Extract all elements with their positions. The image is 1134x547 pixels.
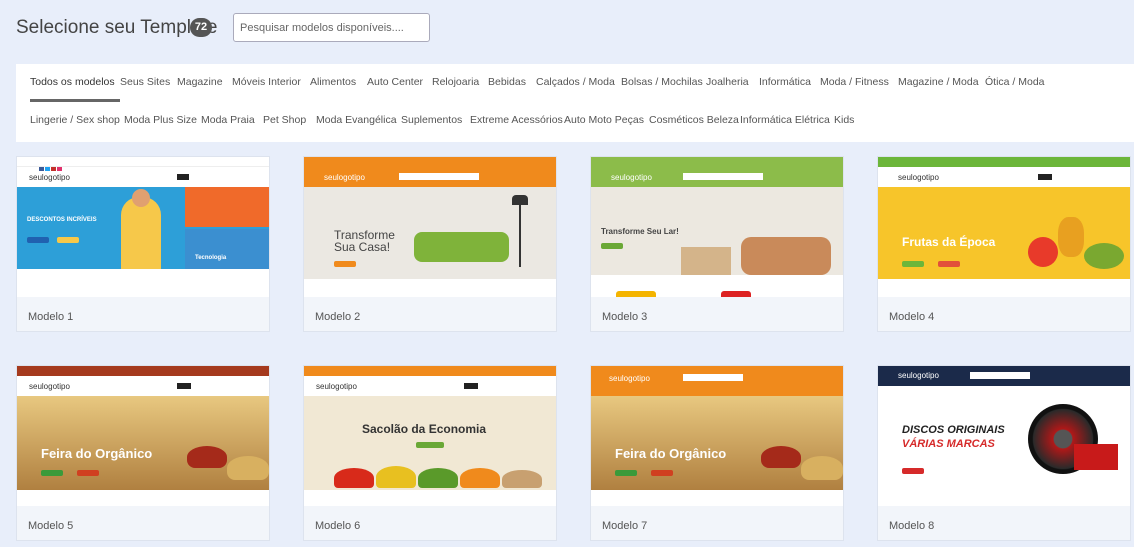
page-title: Selecione seu Template: [16, 17, 218, 38]
tab-bolsas-mochilas[interactable]: Bolsas / Mochilas: [621, 76, 703, 88]
tab-otica-moda[interactable]: Ótica / Moda: [985, 76, 1045, 88]
template-count-badge: 72: [190, 18, 212, 37]
template-card-7[interactable]: seulogotipo Feira do Orgânico Modelo 7: [590, 365, 844, 541]
template-thumbnail: seulogotipo Transforme Seu Lar!: [591, 157, 843, 297]
template-thumbnail: seulogotipo Feira do Orgânico: [591, 366, 843, 506]
tab-magazine-moda[interactable]: Magazine / Moda: [898, 76, 979, 88]
header: Selecione seu Template 72: [0, 0, 1134, 58]
tab-informatica[interactable]: Informática: [759, 76, 811, 88]
template-card-4[interactable]: seulogotipo Frutas da Época Modelo 4: [877, 156, 1131, 332]
template-thumbnail: seulogotipo DESCONTOS INCRÍVEIS Tecnolog…: [17, 157, 269, 297]
tab-relojoaria[interactable]: Relojoaria: [432, 76, 479, 88]
search-input[interactable]: [233, 13, 430, 42]
banner: Frutas da Época: [878, 187, 1130, 279]
brand-logo: seulogotipo: [898, 371, 939, 380]
brand-logo: seulogotipo: [324, 173, 365, 182]
tab-todos-os-modelos[interactable]: Todos os modelos: [30, 76, 115, 88]
brand-logo: seulogotipo: [898, 173, 939, 182]
banner: DISCOS ORIGINAIS VÁRIAS MARCAS: [878, 386, 1130, 490]
tab-seus-sites[interactable]: Seus Sites: [120, 76, 170, 88]
template-card-2[interactable]: seulogotipo Transforme Sua Casa! Modelo …: [303, 156, 557, 332]
brand-logo: seulogotipo: [611, 173, 652, 182]
active-tab-indicator: [30, 99, 120, 102]
banner: DESCONTOS INCRÍVEIS Tecnologia: [17, 187, 269, 269]
template-thumbnail: seulogotipo DISCOS ORIGINAIS VÁRIAS MARC…: [878, 366, 1130, 506]
tab-suplementos[interactable]: Suplementos: [401, 114, 462, 126]
template-thumbnail: seulogotipo Feira do Orgânico: [17, 366, 269, 506]
tab-moda-plus-size[interactable]: Moda Plus Size: [124, 114, 197, 126]
tab-kids[interactable]: Kids: [834, 114, 854, 126]
banner: Feira do Orgânico: [591, 396, 843, 490]
tab-informatica-eletrica[interactable]: Informática Elétrica: [740, 114, 830, 126]
tab-auto-moto-pecas[interactable]: Auto Moto Peças: [564, 114, 644, 126]
template-card-3[interactable]: seulogotipo Transforme Seu Lar! Modelo 3: [590, 156, 844, 332]
tab-extreme-acessorios[interactable]: Extreme Acessórios: [470, 114, 563, 126]
template-label: Modelo 5: [28, 520, 74, 532]
template-label: Modelo 3: [602, 311, 648, 323]
tab-bebidas[interactable]: Bebidas: [488, 76, 526, 88]
tab-joalheria[interactable]: Joalheria: [706, 76, 749, 88]
tab-moda-praia[interactable]: Moda Praia: [201, 114, 255, 126]
tab-lingerie-sex-shop[interactable]: Lingerie / Sex shop: [30, 114, 120, 126]
template-thumbnail: seulogotipo Transforme Sua Casa!: [304, 157, 556, 297]
category-tabs: Todos os modelos Seus Sites Magazine Móv…: [16, 64, 1134, 142]
template-label: Modelo 6: [315, 520, 361, 532]
template-card-5[interactable]: seulogotipo Feira do Orgânico Modelo 5: [16, 365, 270, 541]
tab-auto-center[interactable]: Auto Center: [367, 76, 423, 88]
template-card-8[interactable]: seulogotipo DISCOS ORIGINAIS VÁRIAS MARC…: [877, 365, 1131, 541]
tab-moveis-interior[interactable]: Móveis Interior: [232, 76, 301, 88]
banner: Transforme Sua Casa!: [304, 187, 556, 279]
brand-logo: seulogotipo: [316, 382, 357, 391]
template-label: Modelo 4: [889, 311, 935, 323]
tab-calcados-moda[interactable]: Calçados / Moda: [536, 76, 615, 88]
template-card-6[interactable]: seulogotipo Sacolão da Economia Modelo 6: [303, 365, 557, 541]
tab-magazine[interactable]: Magazine: [177, 76, 223, 88]
banner: Feira do Orgânico: [17, 396, 269, 490]
template-thumbnail: seulogotipo Frutas da Época: [878, 157, 1130, 297]
template-label: Modelo 7: [602, 520, 648, 532]
tab-pet-shop[interactable]: Pet Shop: [263, 114, 306, 126]
brand-logo: seulogotipo: [609, 374, 650, 383]
template-label: Modelo 2: [315, 311, 361, 323]
banner: Sacolão da Economia: [304, 396, 556, 490]
tab-moda-evangelica[interactable]: Moda Evangélica: [316, 114, 397, 126]
template-thumbnail: seulogotipo Sacolão da Economia: [304, 366, 556, 506]
template-label: Modelo 1: [28, 311, 74, 323]
tab-moda-fitness[interactable]: Moda / Fitness: [820, 76, 889, 88]
template-card-1[interactable]: seulogotipo DESCONTOS INCRÍVEIS Tecnolog…: [16, 156, 270, 332]
tab-cosmeticos-beleza[interactable]: Cosméticos Beleza: [649, 114, 739, 126]
banner: Transforme Seu Lar!: [591, 187, 843, 275]
template-label: Modelo 8: [889, 520, 935, 532]
brand-logo: seulogotipo: [29, 382, 70, 391]
brand-logo: seulogotipo: [29, 173, 70, 182]
tab-alimentos[interactable]: Alimentos: [310, 76, 356, 88]
